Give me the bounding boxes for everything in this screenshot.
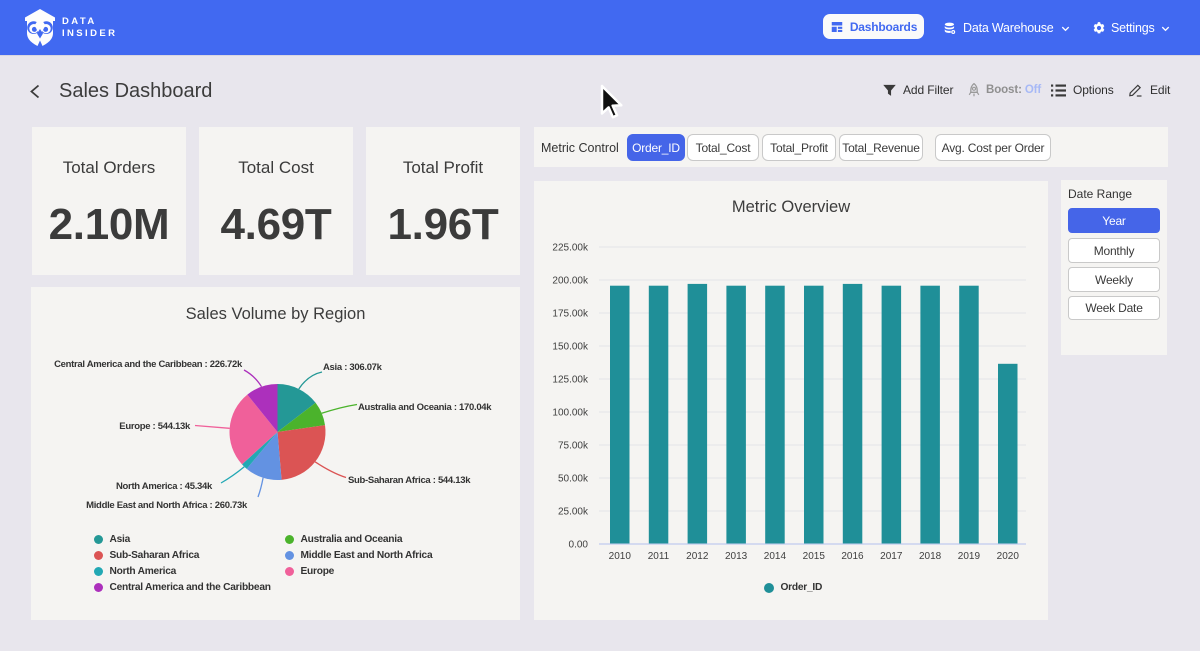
svg-text:2010: 2010 — [609, 551, 632, 562]
svg-text:25.00k: 25.00k — [558, 507, 589, 518]
svg-text:225.00k: 225.00k — [552, 243, 589, 254]
svg-text:2019: 2019 — [958, 551, 981, 562]
svg-text:50.00k: 50.00k — [558, 474, 589, 485]
svg-text:2015: 2015 — [803, 551, 826, 562]
svg-text:175.00k: 175.00k — [552, 309, 589, 320]
svg-text:2016: 2016 — [841, 551, 864, 562]
svg-text:2011: 2011 — [648, 551, 670, 562]
svg-text:0.00: 0.00 — [569, 540, 589, 551]
svg-text:100.00k: 100.00k — [552, 408, 589, 419]
svg-text:150.00k: 150.00k — [552, 342, 589, 353]
svg-text:2020: 2020 — [997, 551, 1020, 562]
svg-text:2014: 2014 — [764, 551, 787, 562]
svg-text:200.00k: 200.00k — [552, 276, 589, 287]
svg-text:2012: 2012 — [686, 551, 709, 562]
svg-text:2017: 2017 — [880, 551, 903, 562]
svg-text:125.00k: 125.00k — [552, 375, 589, 386]
svg-text:2018: 2018 — [919, 551, 942, 562]
svg-text:75.00k: 75.00k — [558, 441, 589, 452]
svg-text:2013: 2013 — [725, 551, 748, 562]
